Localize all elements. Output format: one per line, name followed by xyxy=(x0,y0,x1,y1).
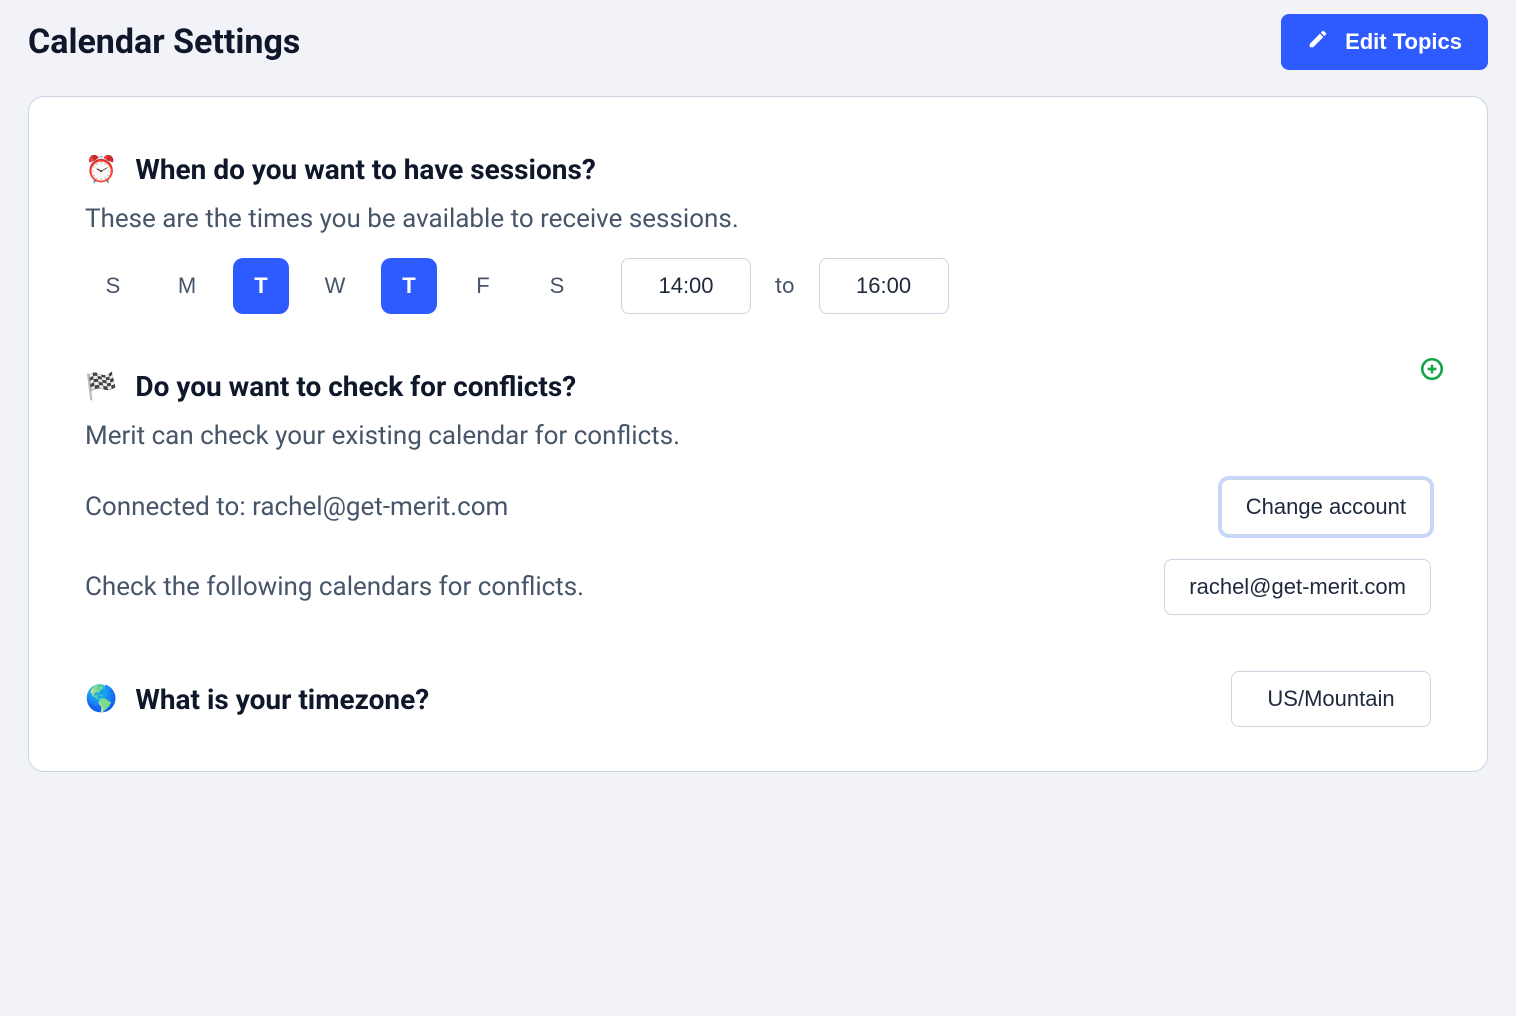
timezone-selected-value: US/Mountain xyxy=(1267,686,1394,711)
conflicts-title: Do you want to check for conflicts? xyxy=(135,370,576,403)
change-account-label: Change account xyxy=(1246,494,1406,519)
edit-topics-label: Edit Topics xyxy=(1345,29,1462,55)
day-toggle-sun[interactable]: S xyxy=(85,258,141,314)
pencil-icon xyxy=(1307,28,1329,56)
timezone-title: What is your timezone? xyxy=(135,683,429,716)
conflicts-subtitle: Merit can check your existing calendar f… xyxy=(85,421,1431,451)
to-label: to xyxy=(769,274,801,299)
connected-account-label: Connected to: rachel@get-merit.com xyxy=(85,492,508,522)
calendar-select[interactable]: rachel@get-merit.com xyxy=(1164,559,1431,615)
day-toggle-tue[interactable]: T xyxy=(233,258,289,314)
page-title: Calendar Settings xyxy=(28,22,300,62)
calendar-selected-value: rachel@get-merit.com xyxy=(1189,574,1406,599)
alarm-clock-icon: ⏰ xyxy=(85,157,117,183)
day-toggle-thu[interactable]: T xyxy=(381,258,437,314)
day-toggle-wed[interactable]: W xyxy=(307,258,363,314)
from-time-input[interactable] xyxy=(621,258,751,314)
sessions-subtitle: These are the times you be available to … xyxy=(85,204,1431,234)
page-header: Calendar Settings Edit Topics xyxy=(28,0,1488,96)
check-calendars-label: Check the following calendars for confli… xyxy=(85,572,584,602)
availability-row: S M T W T F S to xyxy=(85,258,1431,314)
plus-circle-icon xyxy=(1419,356,1445,385)
conflicts-section: 🏁 Do you want to check for conflicts? Me… xyxy=(85,370,1431,615)
timezone-section: 🌎 What is your timezone? US/Mountain xyxy=(85,671,1431,727)
to-time-input[interactable] xyxy=(819,258,949,314)
change-account-button[interactable]: Change account xyxy=(1221,479,1431,535)
chequered-flag-icon: 🏁 xyxy=(85,374,117,400)
sessions-title: When do you want to have sessions? xyxy=(135,153,595,186)
globe-icon: 🌎 xyxy=(85,686,117,712)
edit-topics-button[interactable]: Edit Topics xyxy=(1281,14,1488,70)
day-toggle-fri[interactable]: F xyxy=(455,258,511,314)
day-toggle-mon[interactable]: M xyxy=(159,258,215,314)
day-toggle-sat[interactable]: S xyxy=(529,258,585,314)
add-availability-button[interactable] xyxy=(1417,355,1447,385)
settings-card: ⏰ When do you want to have sessions? The… xyxy=(28,96,1488,772)
timezone-select[interactable]: US/Mountain xyxy=(1231,671,1431,727)
sessions-section: ⏰ When do you want to have sessions? The… xyxy=(85,153,1431,314)
